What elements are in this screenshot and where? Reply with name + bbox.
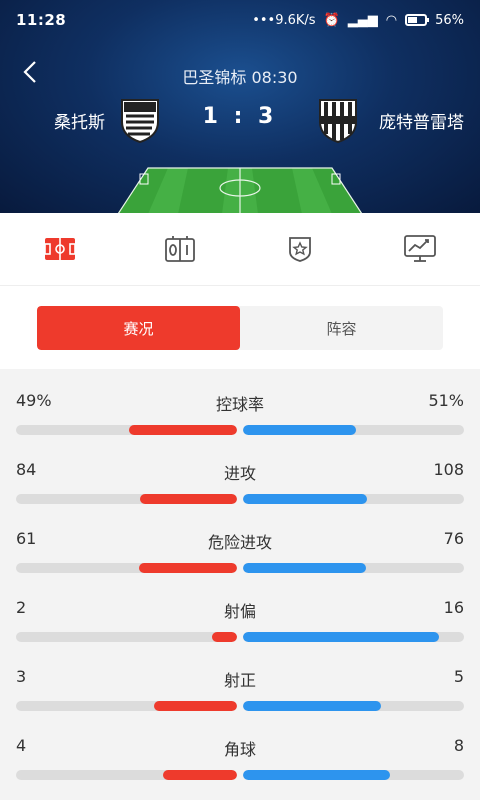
stat-home-track xyxy=(16,425,237,435)
stat-away-value: 76 xyxy=(443,529,464,548)
stat-away-bar xyxy=(243,701,382,711)
stat-away-value: 5 xyxy=(453,667,464,686)
stat-away-bar xyxy=(243,494,368,504)
stat-name: 射正 xyxy=(223,671,256,690)
stat-away-value: 51% xyxy=(428,391,464,410)
stat-row: 61 危险进攻 76 xyxy=(16,527,464,587)
stat-away-value: 8 xyxy=(453,736,464,755)
stat-row: 3 射正 5 xyxy=(16,665,464,725)
alarm-icon: ⏰ xyxy=(323,12,340,28)
signal-icon: ▂▄▆ xyxy=(347,12,378,28)
status-bar: 11:28 •••9.6K/s ⏰ ▂▄▆ ◠ 56% xyxy=(0,0,480,40)
stat-name: 射偏 xyxy=(223,602,256,621)
stat-row: 4 角球 8 xyxy=(16,734,464,794)
stat-away-track xyxy=(243,770,464,780)
stat-row: 49% 控球率 51% xyxy=(16,389,464,449)
stat-home-track xyxy=(16,770,237,780)
battery-icon xyxy=(405,14,430,26)
icon-tab-bar xyxy=(0,213,480,285)
stat-away-bar xyxy=(243,563,366,573)
stat-away-track xyxy=(243,494,464,504)
stat-home-bar xyxy=(138,563,237,573)
stat-home-bar xyxy=(163,770,237,780)
stat-away-bar xyxy=(243,632,440,642)
stats-list: 49% 控球率 51% 84 进攻 108 61 危险进攻 76 2 射偏 16 xyxy=(0,369,480,800)
stat-name: 进攻 xyxy=(223,464,256,483)
tab-trend[interactable] xyxy=(360,213,480,285)
stat-row: 2 射偏 16 xyxy=(16,596,464,656)
stat-away-value: 108 xyxy=(433,460,464,479)
tab-scoreboard[interactable] xyxy=(120,213,240,285)
stat-home-track xyxy=(16,563,237,573)
stat-home-bar xyxy=(140,494,237,504)
stat-home-bar xyxy=(154,701,237,711)
stat-away-track xyxy=(243,563,464,573)
away-team-name[interactable]: 庞特普雷塔 xyxy=(379,108,464,133)
stat-name: 角球 xyxy=(223,740,256,759)
stat-away-bar xyxy=(243,425,356,435)
stat-away-track xyxy=(243,632,464,642)
stat-name: 危险进攻 xyxy=(207,533,272,552)
segment-lineup[interactable]: 阵容 xyxy=(240,306,443,350)
pitch-illustration xyxy=(118,167,362,213)
chart-monitor-icon xyxy=(404,235,436,262)
stat-name: 控球率 xyxy=(215,395,264,414)
net-speed-value: 9.6K/s xyxy=(275,12,316,28)
tab-match-overview[interactable] xyxy=(0,213,120,285)
away-team-crest-icon[interactable] xyxy=(316,96,360,144)
status-right: •••9.6K/s ⏰ ▂▄▆ ◠ 56% xyxy=(252,13,464,28)
segment-match-stats[interactable]: 赛况 xyxy=(37,306,240,350)
stat-row: 84 进攻 108 xyxy=(16,458,464,518)
stat-away-track xyxy=(243,425,464,435)
net-speed: •••9.6K/s xyxy=(252,12,316,28)
stat-home-bar xyxy=(128,425,237,435)
stat-home-track xyxy=(16,494,237,504)
stat-away-track xyxy=(243,701,464,711)
segmented-control: 赛况 阵容 xyxy=(37,306,443,350)
battery-fill xyxy=(408,17,418,23)
pitch-icon xyxy=(44,238,76,260)
badge-star-icon xyxy=(289,237,311,262)
match-header: 11:28 •••9.6K/s ⏰ ▂▄▆ ◠ 56% 巴圣锦标 08:30 桑… xyxy=(0,0,480,213)
segment-bar: 赛况 阵容 xyxy=(0,285,480,369)
status-time: 11:28 xyxy=(16,11,67,29)
league-time: 巴圣锦标 08:30 xyxy=(182,68,298,87)
stat-away-value: 16 xyxy=(443,598,464,617)
stat-home-track xyxy=(16,632,237,642)
wifi-icon: ◠ xyxy=(385,12,398,28)
battery-percent: 56% xyxy=(435,12,464,28)
stat-away-bar xyxy=(243,770,391,780)
tab-badge[interactable] xyxy=(240,213,360,285)
scoreboard-icon xyxy=(165,236,195,262)
stat-home-bar xyxy=(212,632,237,642)
stat-home-track xyxy=(16,701,237,711)
